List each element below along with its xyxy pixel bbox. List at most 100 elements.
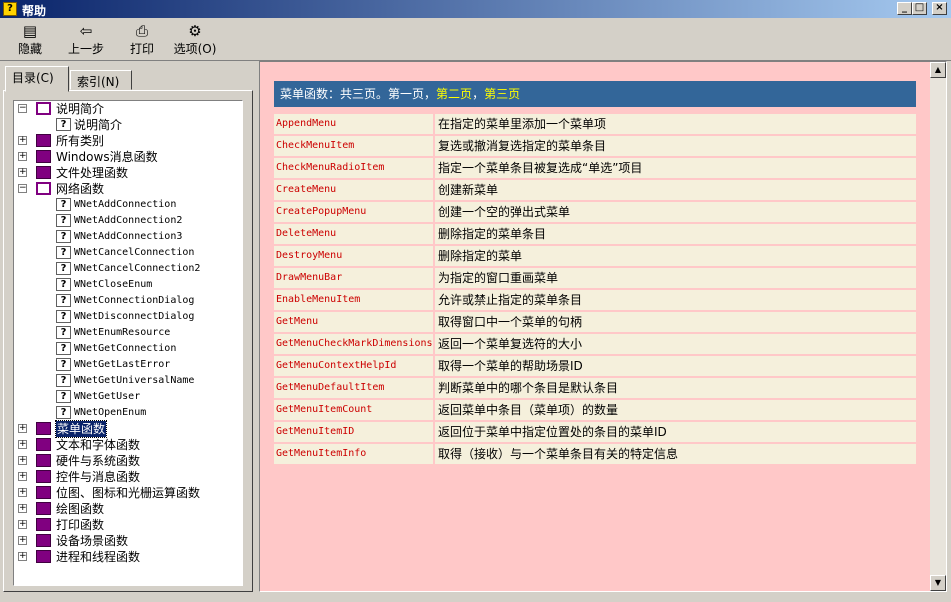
header-separator: ， xyxy=(472,87,485,101)
hide-button[interactable]: ▤ 隐藏 xyxy=(12,20,48,58)
function-name-link[interactable]: GetMenuItemInfo xyxy=(274,444,433,464)
tree-book-item[interactable]: + 菜单函数 xyxy=(18,420,238,438)
function-name-link[interactable]: DrawMenuBar xyxy=(274,268,433,288)
table-row: CheckMenuRadioItem 指定一个菜单条目被复选成“单选”项目 xyxy=(274,158,916,178)
vertical-scrollbar[interactable]: ▲ ▼ xyxy=(930,62,946,591)
tree-book-item[interactable]: + 绘图函数 xyxy=(18,501,238,517)
tree-book-item[interactable]: + 控件与消息函数 xyxy=(18,469,238,485)
table-row: GetMenuItemCount 返回菜单中条目（菜单项）的数量 xyxy=(274,400,916,420)
tree-book-item[interactable]: + 位图、图标和光栅运算函数 xyxy=(18,485,238,501)
expand-icon[interactable]: + xyxy=(18,488,27,497)
tree-book-item[interactable]: − 网络函数 xyxy=(18,181,238,197)
tree-book-item[interactable]: + Windows消息函数 xyxy=(18,149,238,165)
header-prefix: 菜单函数：共三页。 xyxy=(280,87,389,101)
expand-icon[interactable]: + xyxy=(18,552,27,561)
tree-book-item[interactable]: + 所有类别 xyxy=(18,133,238,149)
print-button[interactable]: ⎙ 打印 xyxy=(124,20,160,58)
page-three-link[interactable]: 第三页 xyxy=(484,87,520,101)
options-button[interactable]: ⚙ 选项(O) xyxy=(170,20,220,58)
table-row: GetMenuItemInfo 取得（接收）与一个菜单条目有关的特定信息 xyxy=(274,444,916,464)
function-name-link[interactable]: CheckMenuRadioItem xyxy=(274,158,433,178)
function-name-link[interactable]: CreatePopupMenu xyxy=(274,202,433,222)
tree-book-item[interactable]: + 文本和字体函数 xyxy=(18,437,238,453)
tree-item-label: WNetGetConnection xyxy=(74,343,177,354)
pane-splitter[interactable] xyxy=(254,62,258,592)
function-name-link[interactable]: GetMenuDefaultItem xyxy=(274,378,433,398)
tree-book-item[interactable]: − 说明简介 xyxy=(18,101,238,117)
tree-topic-item[interactable]: ? WNetOpenEnum xyxy=(18,405,238,421)
tree-topic-item[interactable]: ? WNetGetLastError xyxy=(18,357,238,373)
tree-item-label: WNetAddConnection2 xyxy=(74,215,183,226)
tree-topic-item[interactable]: ? 说明简介 xyxy=(18,117,238,133)
tree-topic-item[interactable]: ? WNetGetConnection xyxy=(18,341,238,357)
function-name-link[interactable]: GetMenuContextHelpId xyxy=(274,356,433,376)
tree-topic-item[interactable]: ? WNetEnumResource xyxy=(18,325,238,341)
table-row: CreateMenu 创建新菜单 xyxy=(274,180,916,200)
tree-book-item[interactable]: + 硬件与系统函数 xyxy=(18,453,238,469)
tree-book-item[interactable]: + 进程和线程函数 xyxy=(18,549,238,565)
tree-item-label: WNetCloseEnum xyxy=(74,279,153,290)
closed-book-icon xyxy=(36,518,51,531)
tab-contents[interactable]: 目录(C) xyxy=(5,66,69,92)
tree-item-label: WNetOpenEnum xyxy=(74,407,147,418)
function-name-link[interactable]: DeleteMenu xyxy=(274,224,433,244)
expand-icon[interactable]: + xyxy=(18,520,27,529)
function-name-link[interactable]: GetMenuItemCount xyxy=(274,400,433,420)
tree-topic-item[interactable]: ? WNetGetUniversalName xyxy=(18,373,238,389)
table-row: DeleteMenu 删除指定的菜单条目 xyxy=(274,224,916,244)
minimize-button[interactable]: _ xyxy=(897,2,912,15)
status-area xyxy=(0,592,951,602)
tree-topic-item[interactable]: ? WNetAddConnection2 xyxy=(18,213,238,229)
function-name-link[interactable]: AppendMenu xyxy=(274,114,433,134)
open-book-icon xyxy=(36,182,51,195)
tree-topic-item[interactable]: ? WNetCloseEnum xyxy=(18,277,238,293)
scroll-down-button[interactable]: ▼ xyxy=(930,575,946,591)
scroll-up-button[interactable]: ▲ xyxy=(930,62,946,78)
tree-topic-item[interactable]: ? WNetGetUser xyxy=(18,389,238,405)
page-one-link[interactable]: 第一页 xyxy=(388,87,424,101)
closed-book-icon xyxy=(36,134,51,147)
function-name-link[interactable]: EnableMenuItem xyxy=(274,290,433,310)
tree-topic-item[interactable]: ? WNetAddConnection3 xyxy=(18,229,238,245)
tree-topic-item[interactable]: ? WNetConnectionDialog xyxy=(18,293,238,309)
closed-book-icon xyxy=(36,438,51,451)
expand-icon[interactable]: + xyxy=(18,472,27,481)
maximize-button[interactable]: □ xyxy=(912,2,927,15)
tree-topic-item[interactable]: ? WNetAddConnection xyxy=(18,197,238,213)
function-name-link[interactable]: CreateMenu xyxy=(274,180,433,200)
function-name-link[interactable]: GetMenu xyxy=(274,312,433,332)
tree-topic-item[interactable]: ? WNetCancelConnection xyxy=(18,245,238,261)
function-name-link[interactable]: GetMenuCheckMarkDimensions xyxy=(274,334,433,354)
tree-topic-item[interactable]: ? WNetDisconnectDialog xyxy=(18,309,238,325)
function-name-link[interactable]: CheckMenuItem xyxy=(274,136,433,156)
collapse-icon[interactable]: − xyxy=(18,184,27,193)
tree-item-label: 说明简介 xyxy=(56,102,105,116)
tree-topic-item[interactable]: ? WNetCancelConnection2 xyxy=(18,261,238,277)
help-topic-icon: ? xyxy=(56,390,71,403)
tree-book-item[interactable]: + 打印函数 xyxy=(18,517,238,533)
tree-book-item[interactable]: + 文件处理函数 xyxy=(18,165,238,181)
tree-book-item[interactable]: + 设备场景函数 xyxy=(18,533,238,549)
function-name-link[interactable]: DestroyMenu xyxy=(274,246,433,266)
expand-icon[interactable]: + xyxy=(18,456,27,465)
expand-icon[interactable]: + xyxy=(18,152,27,161)
tab-index[interactable]: 索引(N) xyxy=(70,70,132,90)
collapse-icon[interactable]: − xyxy=(18,104,27,113)
closed-book-icon xyxy=(36,422,51,435)
close-button[interactable]: × xyxy=(932,2,947,15)
contents-tree[interactable]: − 说明简介? 说明简介 + 所有类别 + Windows消息函数 + 文件处理函数 − 网络函数?… xyxy=(13,100,243,586)
page-two-link[interactable]: 第二页 xyxy=(436,87,472,101)
help-topic-icon: ? xyxy=(56,310,71,323)
expand-icon[interactable]: + xyxy=(18,136,27,145)
function-name-link[interactable]: GetMenuItemID xyxy=(274,422,433,442)
back-button[interactable]: ⇦ 上一步 xyxy=(62,20,110,58)
expand-icon[interactable]: + xyxy=(18,504,27,513)
open-book-icon xyxy=(36,102,51,115)
function-description: 为指定的窗口重画菜单 xyxy=(435,268,916,288)
expand-icon[interactable]: + xyxy=(18,168,27,177)
tree-item-label: 说明简介 xyxy=(74,118,123,132)
expand-icon[interactable]: + xyxy=(18,440,27,449)
expand-icon[interactable]: + xyxy=(18,424,27,433)
function-description: 允许或禁止指定的菜单条目 xyxy=(435,290,916,310)
expand-icon[interactable]: + xyxy=(18,536,27,545)
